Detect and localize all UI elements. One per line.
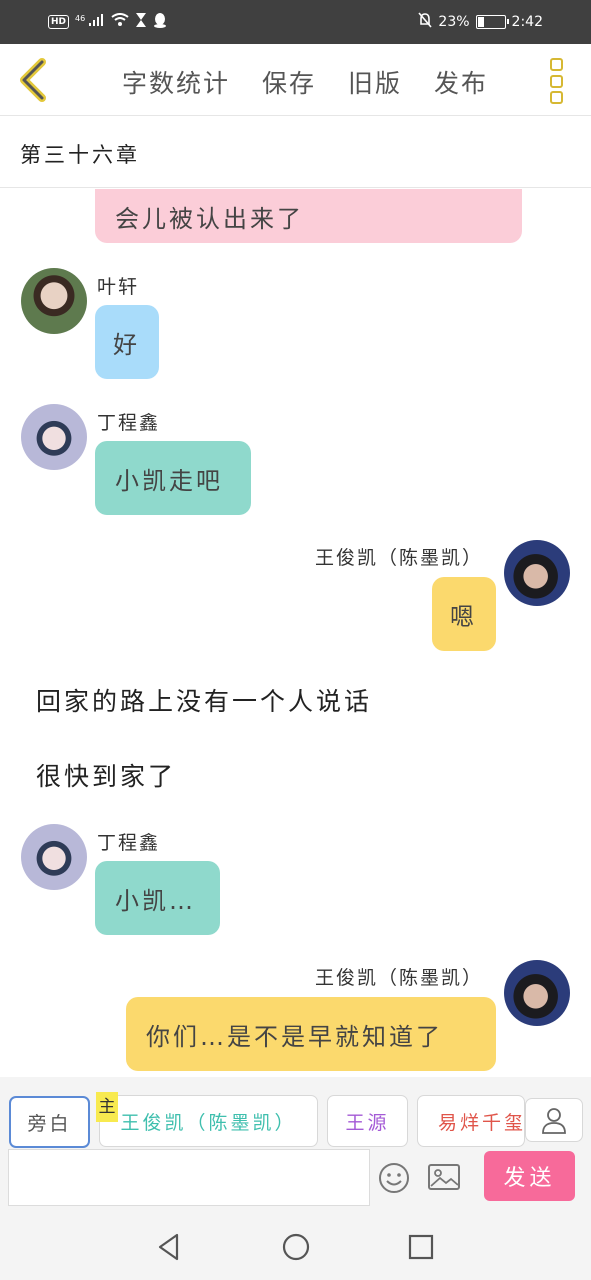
avatar[interactable] [504, 960, 570, 1026]
avatar[interactable] [21, 404, 87, 470]
message-text: 你们…是不是早就知道了 [146, 1022, 443, 1051]
message-bubble[interactable]: 你们…是不是早就知道了 [126, 997, 496, 1071]
role-selector: 旁白 王俊凯（陈墨凯） 主 王源 易烊千玺 [0, 1077, 591, 1149]
chapter-header: 第三十六章 [0, 117, 591, 188]
role-narrator[interactable]: 旁白 [9, 1096, 90, 1148]
role-label: 易烊千玺 [438, 1111, 525, 1134]
old-version-button[interactable]: 旧版 [348, 64, 402, 100]
chapter-title[interactable]: 第三十六章 [20, 139, 140, 169]
message-bubble[interactable]: 好 [95, 305, 159, 379]
toolbar-actions: 字数统计 保存 旧版 发布 [122, 64, 488, 100]
role-label: 王源 [345, 1111, 390, 1134]
save-button[interactable]: 保存 [262, 64, 316, 100]
message-text: 嗯 [450, 602, 477, 631]
wifi-icon [111, 13, 129, 30]
narration-text[interactable]: 回家的路上没有一个人说话 [36, 682, 372, 718]
speaker-name: 叶轩 [97, 276, 140, 298]
send-button[interactable]: 发送 [484, 1151, 575, 1201]
role-label: 旁白 [27, 1112, 72, 1135]
emoji-button[interactable] [378, 1162, 410, 1194]
image-button[interactable] [428, 1164, 460, 1190]
editor-toolbar: 字数统计 保存 旧版 发布 [0, 44, 591, 116]
chat-area[interactable]: 会儿被认出来了 叶轩 好 丁程鑫 小凯走吧 王俊凯（陈墨凯） 嗯 回家的路上没有… [0, 189, 591, 1077]
battery-fill [477, 17, 484, 27]
more-dot-icon [550, 58, 563, 71]
speaker-name: 丁程鑫 [97, 832, 161, 854]
qq-icon [153, 12, 167, 31]
circle-home-icon [282, 1233, 310, 1261]
nav-recents-button[interactable] [406, 1232, 436, 1262]
nav-back-button[interactable] [155, 1232, 185, 1262]
speaker-name: 王俊凯（陈墨凯） [314, 547, 483, 569]
role-yi-yangqianxi[interactable]: 易烊千玺 [417, 1095, 525, 1147]
message-text: 会儿被认出来了 [115, 204, 304, 233]
narration-text[interactable]: 很快到家了 [36, 757, 176, 793]
back-button[interactable] [14, 58, 54, 102]
more-dot-icon [550, 74, 563, 88]
avatar[interactable] [504, 540, 570, 606]
message-bubble[interactable]: 会儿被认出来了 [95, 189, 522, 243]
more-menu-button[interactable] [550, 58, 566, 104]
person-icon [542, 1108, 566, 1134]
publish-button[interactable]: 发布 [434, 64, 488, 100]
message-text: 好 [113, 330, 140, 359]
composer: 发送 [0, 1149, 591, 1206]
message-bubble[interactable]: 小凯… [95, 861, 220, 935]
avatar[interactable] [21, 268, 87, 334]
system-nav-bar [0, 1206, 591, 1280]
role-wang-junkai[interactable]: 王俊凯（陈墨凯） [99, 1095, 318, 1147]
avatar[interactable] [21, 824, 87, 890]
network-type: 46 [75, 14, 86, 23]
square-recents-icon [408, 1234, 434, 1260]
nav-home-button[interactable] [281, 1232, 311, 1262]
status-bar: HD 46 23% 2:42 [0, 0, 591, 44]
hd-badge: HD [48, 14, 70, 29]
main-character-badge: 主 [96, 1092, 118, 1122]
message-input[interactable] [8, 1149, 370, 1206]
triangle-back-icon [158, 1233, 179, 1261]
manage-roles-button[interactable] [525, 1098, 583, 1142]
message-bubble[interactable]: 嗯 [432, 577, 496, 651]
role-label: 王俊凯（陈墨凯） [120, 1111, 297, 1134]
battery-icon [475, 15, 509, 29]
message-text: 小凯走吧 [115, 466, 223, 495]
status-left: HD 46 [48, 12, 167, 31]
battery-percent: 23% [438, 14, 470, 30]
message-text: 小凯… [115, 886, 196, 915]
word-count-button[interactable]: 字数统计 [122, 64, 230, 100]
speaker-name: 王俊凯（陈墨凯） [314, 967, 483, 989]
more-dot-icon [550, 91, 563, 104]
role-wang-yuan[interactable]: 王源 [327, 1095, 408, 1147]
chevron-left-icon [20, 58, 46, 102]
speaker-name: 丁程鑫 [97, 412, 161, 434]
image-icon [428, 1164, 460, 1190]
signal-icon: 46 [75, 14, 105, 29]
smiley-icon [379, 1163, 409, 1193]
clock: 2:42 [511, 14, 543, 30]
status-right: 23% 2:42 [418, 12, 543, 32]
mute-bell-icon [418, 12, 433, 32]
message-bubble[interactable]: 小凯走吧 [95, 441, 251, 515]
hourglass-icon [135, 12, 147, 31]
